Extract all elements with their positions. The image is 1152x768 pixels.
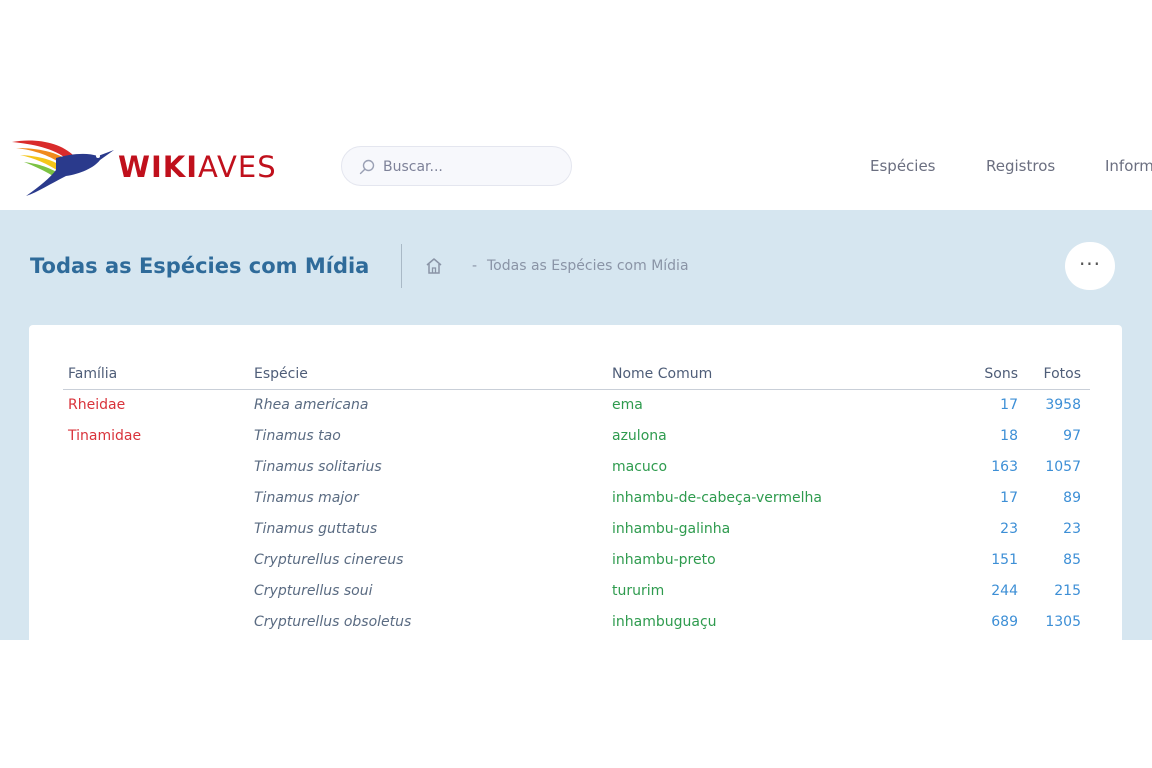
column-header-fotos[interactable]: Fotos (1027, 359, 1090, 390)
cell-nome-comum[interactable]: inhambu-galinha (607, 513, 973, 544)
nav-item-registros[interactable]: Registros (986, 157, 1055, 175)
cell-nome-comum[interactable]: inhambuguaçu (607, 606, 973, 637)
cell-familia (63, 513, 249, 544)
logo-text-light: AVES (198, 150, 277, 184)
logo[interactable]: WIKIAVES (10, 136, 300, 198)
cell-nome-comum[interactable]: macuco (607, 451, 973, 482)
viewport: WIKIAVES Espécies Registros Informações … (0, 0, 1152, 768)
breadcrumb-separator: - (472, 258, 478, 274)
cell-familia[interactable]: Tinamidae (63, 420, 249, 451)
table-row: Crypturellus obsoletus inhambuguaçu 689 … (63, 606, 1090, 637)
cell-especie[interactable]: Tinamus major (249, 482, 607, 513)
cell-fotos[interactable]: 97 (1027, 420, 1090, 451)
title-divider (401, 244, 402, 288)
table-header-row: Família Espécie Nome Comum Sons Fotos (63, 359, 1090, 390)
column-header-familia[interactable]: Família (63, 359, 249, 390)
table-body: Rheidae Rhea americana ema 17 3958 Tinam… (63, 389, 1090, 637)
cell-especie[interactable]: Tinamus solitarius (249, 451, 607, 482)
cell-especie[interactable]: Tinamus tao (249, 420, 607, 451)
cell-fotos[interactable]: 1305 (1027, 606, 1090, 637)
cell-fotos[interactable]: 85 (1027, 544, 1090, 575)
more-horizontal-icon: ··· (1078, 252, 1102, 276)
home-icon[interactable] (424, 256, 444, 276)
table-row: Crypturellus soui tururim 244 215 (63, 575, 1090, 606)
cell-especie[interactable]: Rhea americana (249, 389, 607, 420)
table-row: Tinamus solitarius macuco 163 1057 (63, 451, 1090, 482)
subheader: Todas as Espécies com Mídia - Todas as E… (0, 210, 1152, 655)
table-row: Tinamus major inhambu-de-cabeça-vermelha… (63, 482, 1090, 513)
breadcrumb-current: Todas as Espécies com Mídia (487, 258, 689, 274)
cell-sons[interactable]: 151 (973, 544, 1027, 575)
cell-especie[interactable]: Tinamus guttatus (249, 513, 607, 544)
logo-text-bold: WIKI (118, 150, 199, 184)
species-table: Família Espécie Nome Comum Sons Fotos Rh… (63, 359, 1090, 637)
cell-nome-comum[interactable]: azulona (607, 420, 973, 451)
table-row: Crypturellus cinereus inhambu-preto 151 … (63, 544, 1090, 575)
page-title: Todas as Espécies com Mídia (30, 254, 370, 278)
cell-familia (63, 482, 249, 513)
logo-text: WIKIAVES (118, 150, 277, 184)
more-options-button[interactable]: ··· (1065, 242, 1115, 290)
cell-sons[interactable]: 163 (973, 451, 1027, 482)
nav-item-especies[interactable]: Espécies (870, 157, 936, 175)
cell-especie[interactable]: Crypturellus soui (249, 575, 607, 606)
cell-nome-comum[interactable]: ema (607, 389, 973, 420)
cell-fotos[interactable]: 89 (1027, 482, 1090, 513)
cell-sons[interactable]: 689 (973, 606, 1027, 637)
cell-especie[interactable]: Crypturellus obsoletus (249, 606, 607, 637)
cell-familia (63, 575, 249, 606)
search-box (341, 146, 572, 186)
column-header-especie[interactable]: Espécie (249, 359, 607, 390)
cell-fotos[interactable]: 23 (1027, 513, 1090, 544)
species-card: Família Espécie Nome Comum Sons Fotos Rh… (29, 325, 1122, 655)
cell-familia (63, 544, 249, 575)
hummingbird-icon (12, 140, 114, 196)
cell-sons[interactable]: 17 (973, 482, 1027, 513)
cell-sons[interactable]: 23 (973, 513, 1027, 544)
cell-familia (63, 606, 249, 637)
cell-especie[interactable]: Crypturellus cinereus (249, 544, 607, 575)
cell-familia (63, 451, 249, 482)
column-header-sons[interactable]: Sons (973, 359, 1027, 390)
cell-fotos[interactable]: 1057 (1027, 451, 1090, 482)
table-row: Rheidae Rhea americana ema 17 3958 (63, 389, 1090, 420)
cell-nome-comum[interactable]: inhambu-preto (607, 544, 973, 575)
cell-familia[interactable]: Rheidae (63, 389, 249, 420)
cell-nome-comum[interactable]: tururim (607, 575, 973, 606)
table-row: Tinamidae Tinamus tao azulona 18 97 (63, 420, 1090, 451)
cell-fotos[interactable]: 215 (1027, 575, 1090, 606)
cell-sons[interactable]: 17 (973, 389, 1027, 420)
nav-item-informacoes[interactable]: Informações (1105, 157, 1152, 175)
header: WIKIAVES Espécies Registros Informações (0, 120, 1152, 210)
cell-nome-comum[interactable]: inhambu-de-cabeça-vermelha (607, 482, 973, 513)
search-input[interactable] (383, 156, 563, 178)
cell-sons[interactable]: 18 (973, 420, 1027, 451)
cell-fotos[interactable]: 3958 (1027, 389, 1090, 420)
column-header-nome-comum[interactable]: Nome Comum (607, 359, 973, 390)
search-icon (359, 159, 375, 175)
cell-sons[interactable]: 244 (973, 575, 1027, 606)
table-row: Tinamus guttatus inhambu-galinha 23 23 (63, 513, 1090, 544)
